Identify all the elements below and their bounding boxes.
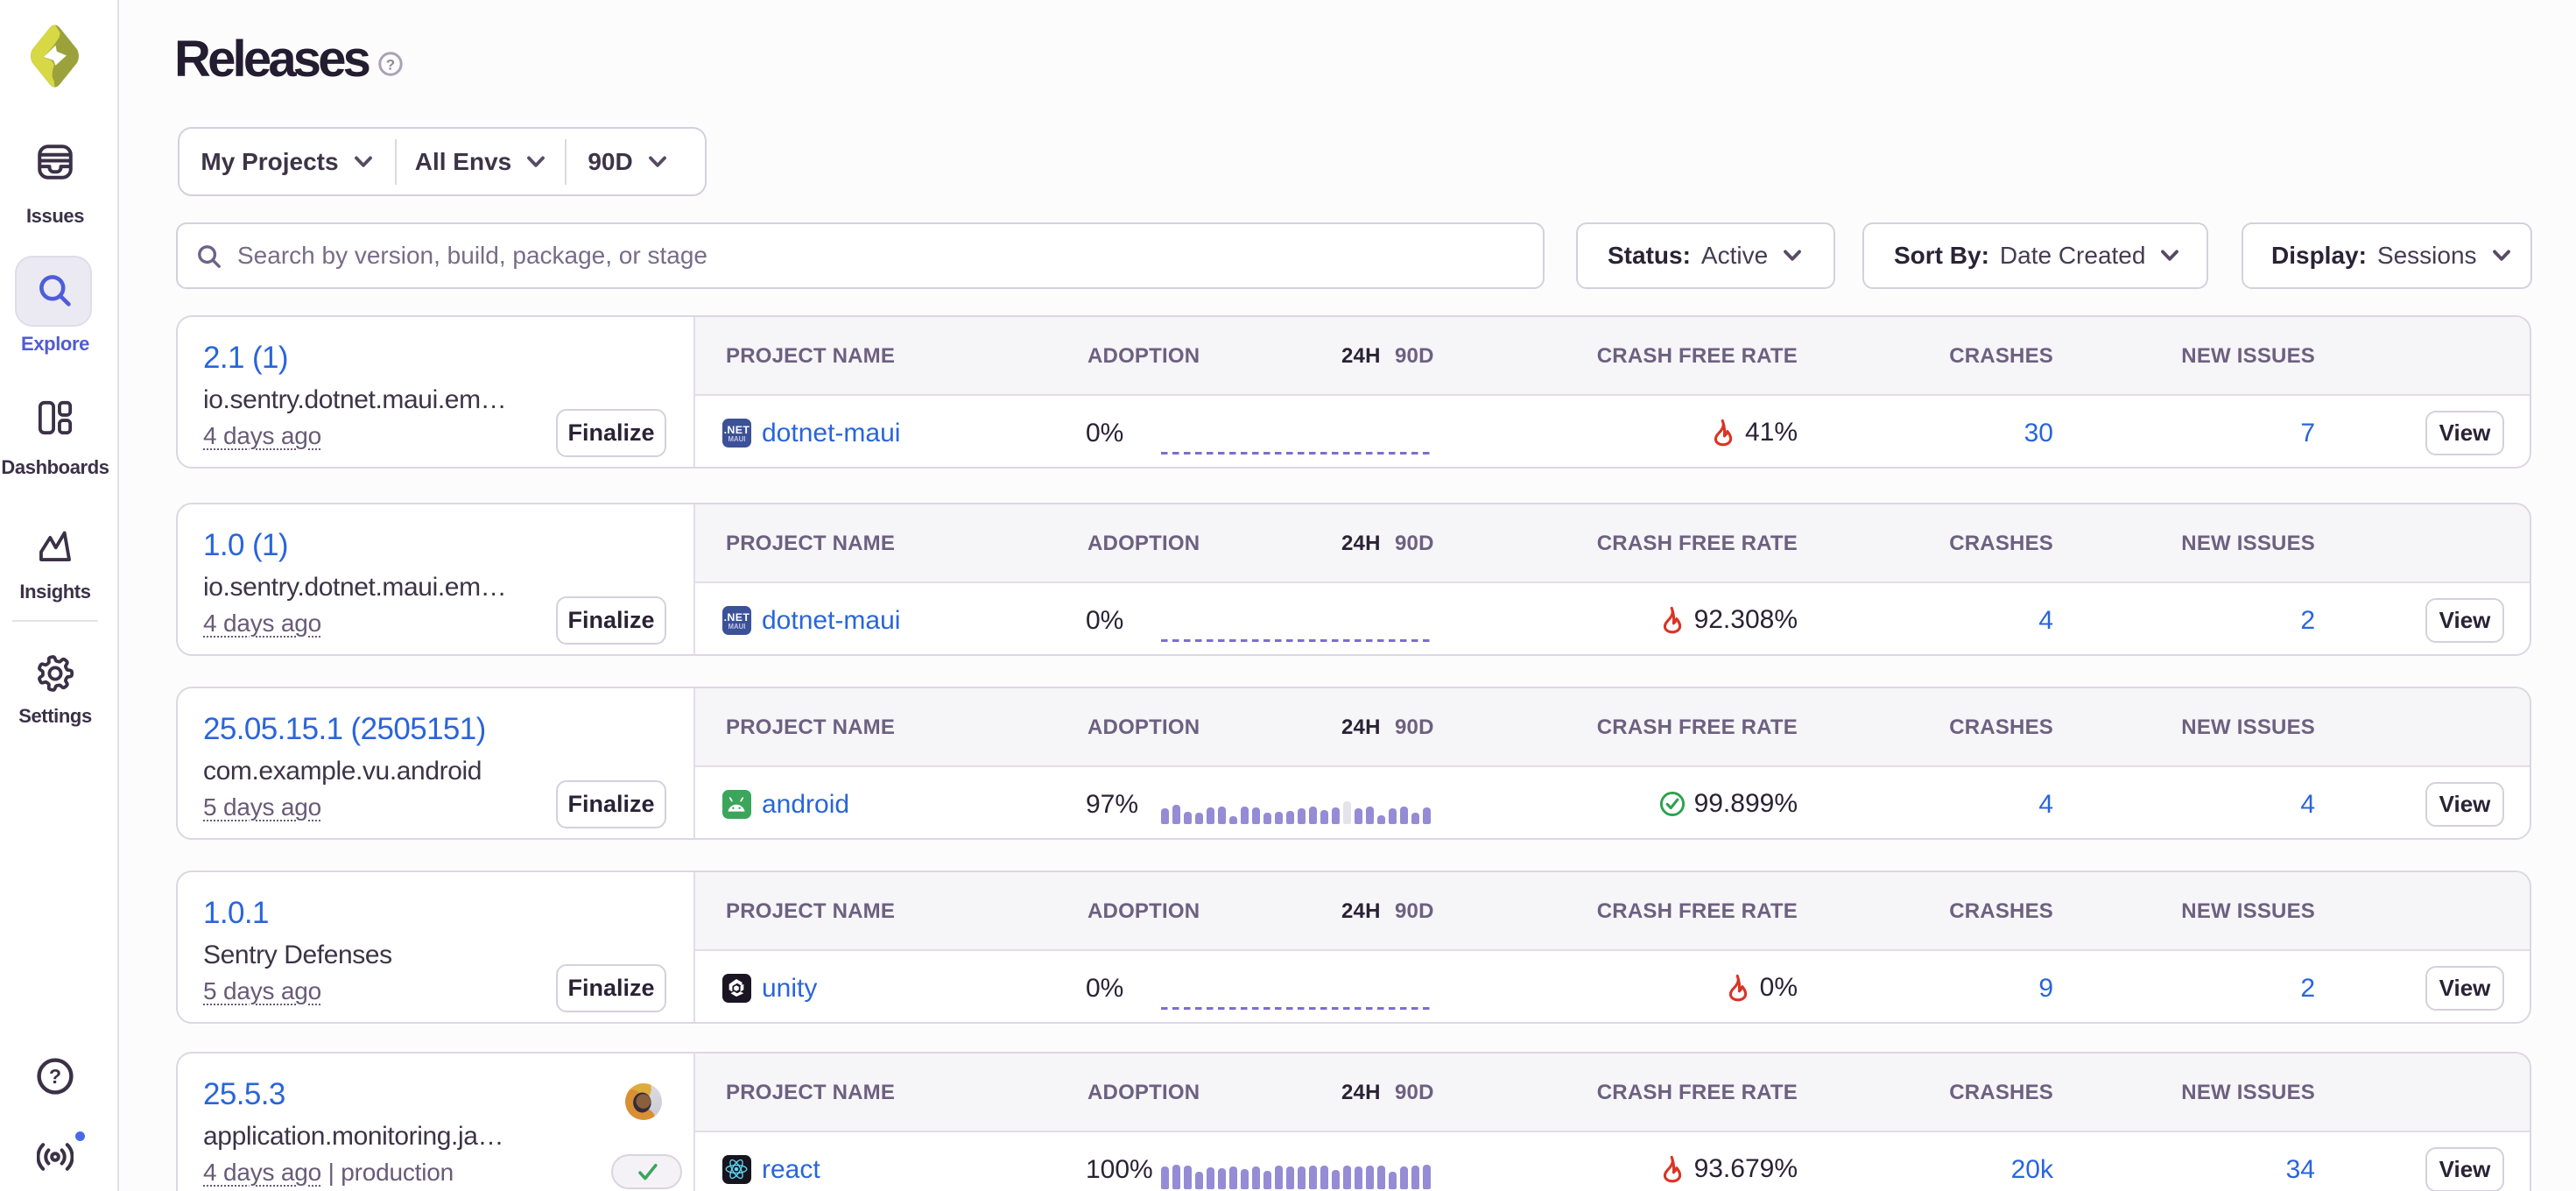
svg-text:?: ? (386, 56, 395, 73)
svg-text:?: ? (49, 1065, 61, 1088)
